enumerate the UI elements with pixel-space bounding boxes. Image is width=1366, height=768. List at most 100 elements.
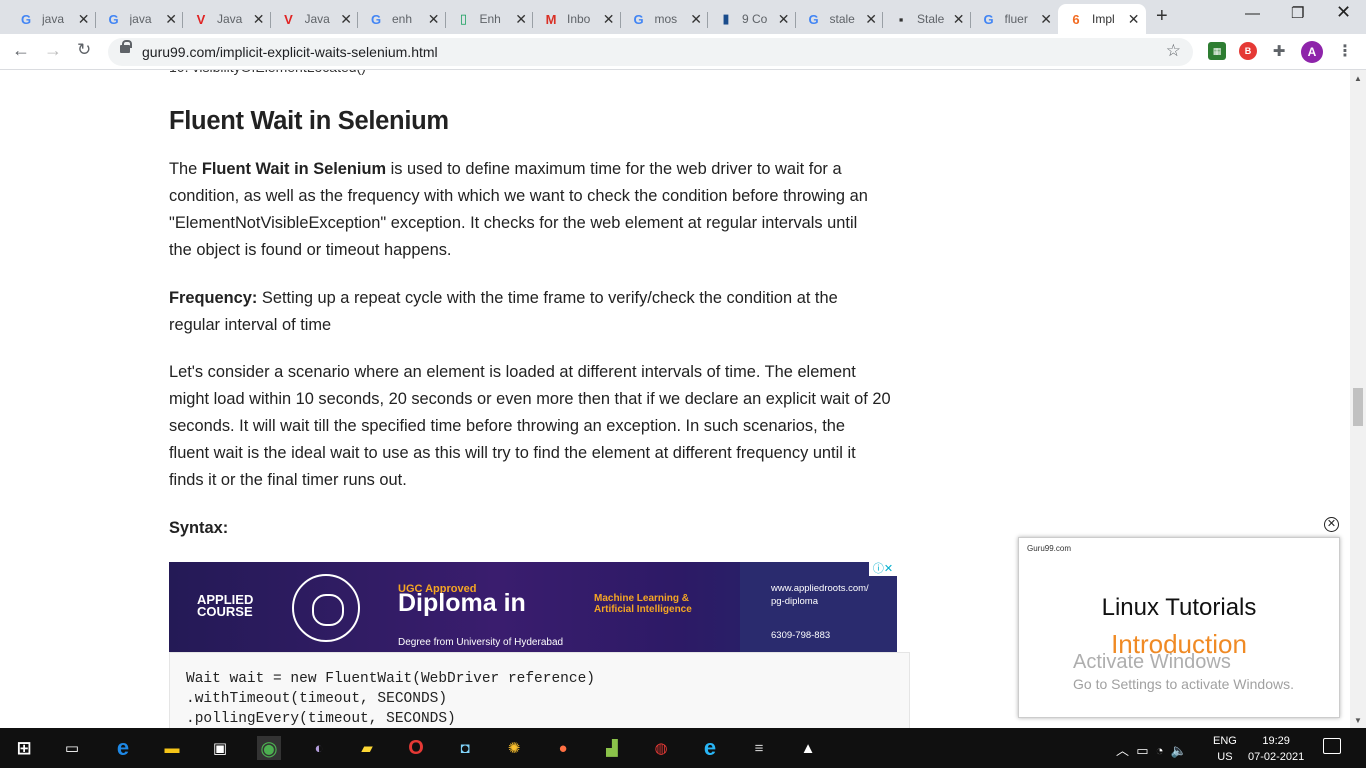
- clock-time: 19:29: [1262, 735, 1290, 747]
- edge-legacy-icon[interactable]: e: [111, 735, 135, 760]
- clock[interactable]: 19:29 07-02-2021: [1248, 733, 1304, 765]
- browser-tab[interactable]: ▮ 9 Co ✕: [708, 4, 796, 34]
- scroll-down-icon[interactable]: ▼: [1354, 716, 1362, 725]
- reload-button[interactable]: ↻: [77, 40, 91, 60]
- browser-tab[interactable]: M Inbo ✕: [533, 4, 621, 34]
- close-window-button[interactable]: ✕: [1336, 2, 1351, 23]
- profile-avatar[interactable]: A: [1301, 41, 1323, 63]
- tab-title: Impl: [1092, 12, 1115, 26]
- windows-taskbar: ⊞ ▭ e ▬ ▣ ◉ ◐ ▰ O ◘ ✺ ● ▟ ◍ e ≡ ▲ ︿ ▭ ◔ …: [0, 728, 1366, 768]
- notification-center-icon[interactable]: [1323, 738, 1341, 754]
- browser-tab[interactable]: Gstale ✕: [796, 4, 883, 34]
- page-scrollbar[interactable]: ▲ ▼: [1350, 70, 1366, 728]
- text-line: Let's consider a scenario where an eleme…: [169, 363, 856, 381]
- browser-tab[interactable]: ▪ Stale ✕: [883, 4, 971, 34]
- scroll-up-icon[interactable]: ▲: [1354, 74, 1362, 83]
- text: The: [169, 160, 202, 178]
- start-button-icon[interactable]: ⊞: [12, 736, 36, 760]
- tab-close-icon[interactable]: ✕: [165, 11, 177, 28]
- tab-close-icon[interactable]: ✕: [1128, 11, 1140, 28]
- browser-tab[interactable]: 6 Impl ✕: [1058, 4, 1146, 34]
- task-view-icon[interactable]: ▭: [60, 736, 84, 760]
- code-line: .pollingEvery(timeout, SECONDS): [186, 711, 456, 727]
- activation-watermark-title: Activate Windows: [1073, 651, 1231, 673]
- vivaldi-icon: V: [284, 11, 293, 27]
- database-icon[interactable]: ≡: [747, 736, 771, 760]
- extensions-puzzle-icon[interactable]: ✚: [1270, 42, 1288, 60]
- input-language[interactable]: ENG US: [1213, 733, 1237, 765]
- browser-tab[interactable]: Gjava ✕: [8, 4, 96, 34]
- syntax-label-text: Syntax:: [169, 519, 229, 537]
- text-line: finds it or the final timer runs out.: [169, 471, 407, 489]
- file-explorer-icon[interactable]: ▬: [160, 736, 184, 760]
- tab-close-icon[interactable]: ✕: [1040, 11, 1052, 28]
- app-icon-red[interactable]: ◍: [649, 736, 673, 760]
- advertisement-banner[interactable]: APPLIED COURSE UGC Approved Diploma in D…: [169, 562, 897, 652]
- tab-title: stale: [829, 12, 855, 26]
- new-tab-button[interactable]: +: [1156, 5, 1168, 28]
- forward-button[interactable]: →: [44, 40, 62, 61]
- tab-close-icon[interactable]: ✕: [603, 11, 615, 28]
- browser-toolbar: ← → ↻ guru99.com/implicit-explicit-waits…: [0, 34, 1366, 70]
- tab-close-icon[interactable]: ✕: [428, 11, 440, 28]
- browser-tab[interactable]: V Java ✕: [271, 4, 358, 34]
- bold-term: Fluent Wait in Selenium: [201, 160, 387, 178]
- back-button[interactable]: ←: [12, 40, 30, 61]
- photos-icon[interactable]: ▲: [796, 736, 820, 760]
- university-seal-icon: [292, 574, 360, 642]
- tab-close-icon[interactable]: ✕: [515, 11, 527, 28]
- minimize-button[interactable]: —: [1245, 5, 1260, 22]
- eclipse-icon[interactable]: ◐: [307, 736, 331, 760]
- postman-icon[interactable]: ●: [551, 736, 575, 760]
- chart-app-icon[interactable]: ▟: [600, 736, 624, 760]
- browser-tab[interactable]: Gjava ✕: [96, 4, 183, 34]
- google-icon: G: [108, 11, 119, 27]
- address-bar[interactable]: guru99.com/implicit-explicit-waits-selen…: [108, 38, 1193, 66]
- store-icon[interactable]: ▣: [208, 736, 232, 760]
- ad-choices-icon[interactable]: ⓘ✕: [869, 562, 897, 576]
- text-line: fluent wait is the ideal wait to use as …: [169, 444, 856, 462]
- text: is used to define maximum time for the w…: [386, 160, 842, 178]
- browser-tab[interactable]: Gmos ✕: [621, 4, 708, 34]
- clock-date: 07-02-2021: [1248, 751, 1305, 763]
- sheets-icon: ▯: [459, 11, 468, 26]
- internet-explorer-icon[interactable]: e: [698, 735, 722, 760]
- tab-close-icon[interactable]: ✕: [78, 11, 90, 28]
- tab-title: 9 Co: [742, 12, 768, 26]
- browser-tab[interactable]: V Java ✕: [183, 4, 271, 34]
- tab-title: Java: [217, 12, 243, 26]
- tab-title: java: [129, 12, 152, 26]
- tab-close-icon[interactable]: ✕: [778, 11, 790, 28]
- tab-close-icon[interactable]: ✕: [340, 11, 352, 28]
- tab-close-icon[interactable]: ✕: [865, 11, 877, 28]
- ad-website[interactable]: www.appliedroots.com/ pg-diploma: [771, 582, 869, 608]
- browser-tab[interactable]: ▯ Enh ✕: [446, 4, 533, 34]
- paragraph-scenario: Let's consider a scenario where an eleme…: [169, 359, 914, 494]
- lock-icon[interactable]: [120, 40, 132, 53]
- scrollbar-thumb[interactable]: [1353, 388, 1363, 426]
- tab-title: Enh: [479, 12, 501, 26]
- menu-kebab-icon[interactable]: ⋮: [1336, 42, 1354, 60]
- code-line: .withTimeout(timeout, SECONDS): [186, 691, 448, 707]
- tab-close-icon[interactable]: ✕: [690, 11, 702, 28]
- sticky-notes-icon[interactable]: ▰: [355, 736, 379, 760]
- tab-close-icon[interactable]: ✕: [253, 11, 265, 28]
- tab-close-icon[interactable]: ✕: [953, 11, 965, 28]
- system-tray-icons[interactable]: ︿ ▭ ◔ 🔈: [1116, 740, 1187, 759]
- popup-close-icon[interactable]: ✕: [1324, 517, 1339, 532]
- bookmark-star-icon[interactable]: ☆: [1166, 41, 1181, 61]
- restore-button[interactable]: ❐: [1291, 4, 1304, 22]
- ad-phone[interactable]: 6309-798-883: [771, 622, 830, 649]
- browser-tab[interactable]: Gfluer ✕: [971, 4, 1059, 34]
- extension-icon[interactable]: ▦: [1208, 42, 1226, 60]
- bold-term: Frequency:: [169, 289, 258, 307]
- vivaldi-icon: V: [196, 11, 206, 27]
- activation-watermark-text: Go to Settings to activate Windows.: [1073, 676, 1294, 692]
- browser-tab[interactable]: Genh ✕: [358, 4, 446, 34]
- badge-extension-icon[interactable]: B: [1239, 42, 1257, 60]
- url-text[interactable]: guru99.com/implicit-explicit-waits-selen…: [142, 44, 438, 60]
- settings-app-icon[interactable]: ✺: [502, 736, 526, 760]
- chrome-icon[interactable]: ◉: [257, 736, 281, 760]
- app-icon[interactable]: ◘: [453, 736, 477, 760]
- opera-icon[interactable]: O: [404, 736, 428, 760]
